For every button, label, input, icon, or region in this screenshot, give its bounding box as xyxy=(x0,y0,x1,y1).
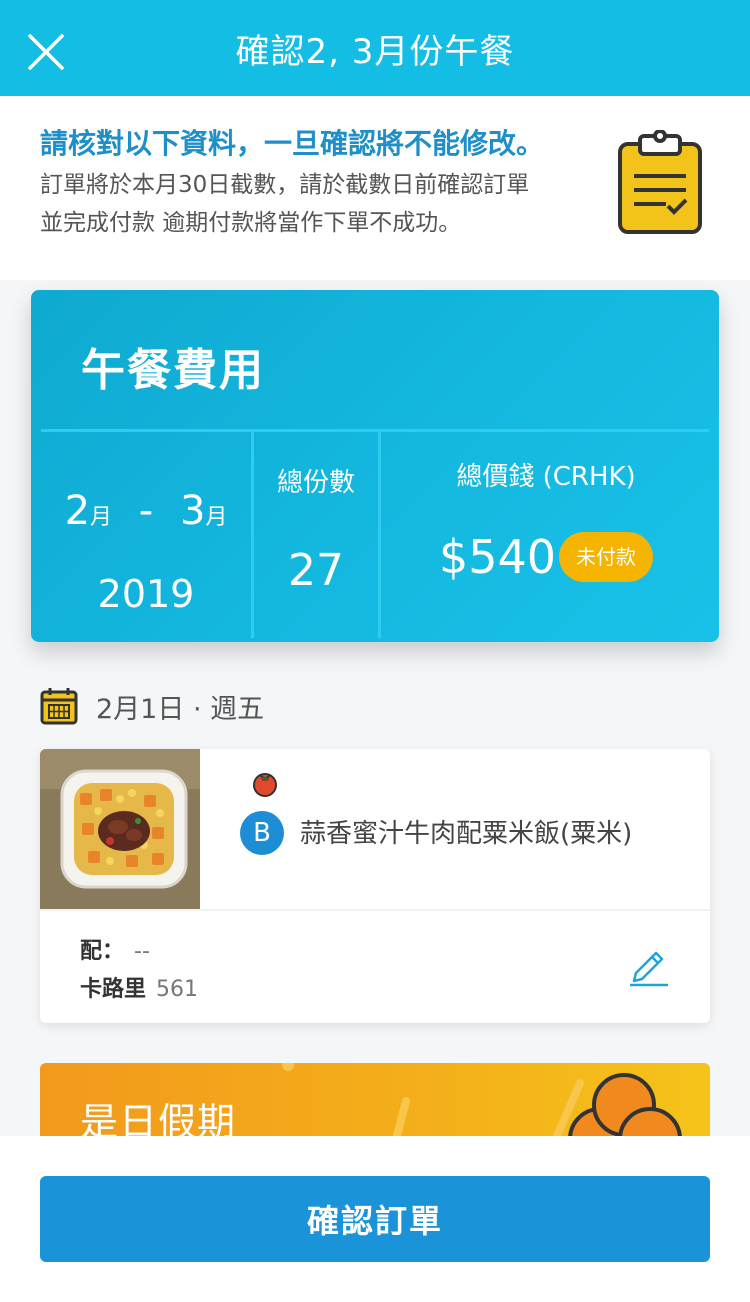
total-column: 總價錢 (CRHK) $540 未付款 xyxy=(381,432,711,584)
meal-card[interactable]: B 蒜香蜜汁牛肉配粟米飯(粟米) 配： -- 卡路里 561 xyxy=(40,749,710,1023)
side-dish-label: 配： xyxy=(80,939,125,964)
year-label: 2019 xyxy=(97,572,195,616)
footer-bar: 確認訂單 xyxy=(0,1136,750,1302)
close-icon[interactable] xyxy=(26,32,66,72)
month-unit: 月 xyxy=(90,505,113,530)
notice-headline: 請核對以下資料，一旦確認將不能修改。 xyxy=(40,127,545,160)
period-column: 2月 - 3月 2019 xyxy=(41,432,251,638)
quantity-column: 總份數 27 xyxy=(254,432,378,596)
date-row: 2月1日 · 週五 xyxy=(40,686,264,726)
side-dish-value: -- xyxy=(134,939,150,964)
meal-name: 蒜香蜜汁牛肉配粟米飯(粟米) xyxy=(300,819,633,849)
notice-desc-line1: 訂單將於本月30日截數，請於截數日前確認訂單 xyxy=(40,172,530,198)
clipboard-icon xyxy=(618,130,702,234)
edit-pencil-icon[interactable] xyxy=(628,945,670,987)
month-range: 2月 - 3月 xyxy=(41,488,251,534)
total-label: 總價錢 (CRHK) xyxy=(456,462,636,492)
meal-photo xyxy=(40,749,200,909)
month-from: 2 xyxy=(64,488,91,534)
notice-panel: 請核對以下資料，一旦確認將不能修改。 訂單將於本月30日截數，請於截數日前確認訂… xyxy=(0,96,750,280)
page-title: 確認2, 3月份午餐 xyxy=(235,31,515,72)
range-separator: - xyxy=(138,488,154,534)
confirm-order-button[interactable]: 確認訂單 xyxy=(40,1176,710,1262)
calorie-label: 卡路里 xyxy=(80,977,147,1002)
side-dish-row: 配： -- xyxy=(80,933,150,965)
month-unit: 月 xyxy=(205,505,228,530)
notice-desc-line2: 並完成付款 逾期付款將當作下單不成功。 xyxy=(40,210,462,236)
calorie-value: 561 xyxy=(156,977,199,1002)
month-to: 3 xyxy=(179,488,206,534)
lunch-cost-card: 午餐費用 2月 - 3月 2019 總份數 27 總價錢 (CRHK) $540… xyxy=(31,290,719,642)
notice-description: 訂單將於本月30日截數，請於截數日前確認訂單 並完成付款 逾期付款將當作下單不成… xyxy=(40,166,600,242)
quantity-label: 總份數 xyxy=(276,468,355,498)
calendar-icon xyxy=(40,688,78,725)
app-header: 確認2, 3月份午餐 xyxy=(0,0,750,96)
payment-status-badge: 未付款 xyxy=(559,532,653,582)
total-amount-row: $540 未付款 xyxy=(381,530,711,590)
total-amount: $540 xyxy=(439,530,557,584)
calorie-row: 卡路里 561 xyxy=(80,971,198,1003)
date-label: 2月1日 · 週五 xyxy=(96,693,265,725)
menu-letter-badge: B xyxy=(240,811,284,855)
tomato-icon xyxy=(253,773,277,797)
cost-card-title: 午餐費用 xyxy=(81,345,265,396)
quantity-value: 27 xyxy=(288,545,344,596)
meal-divider xyxy=(40,909,710,911)
